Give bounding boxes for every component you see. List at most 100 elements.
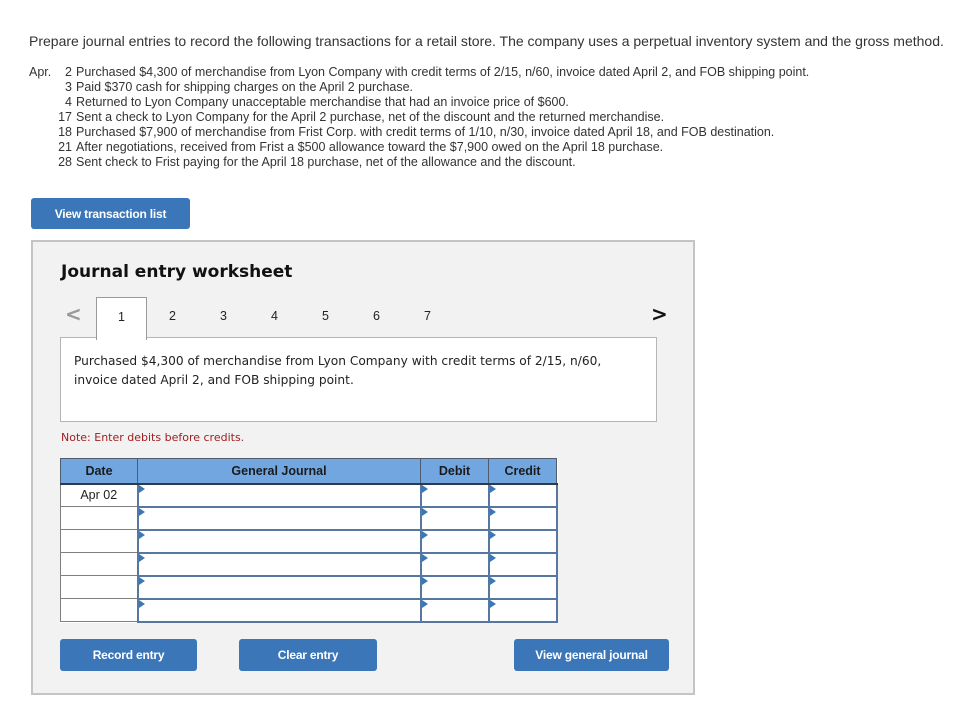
journal-header-row: Date General Journal Debit Credit [60, 458, 557, 485]
transaction-month [29, 125, 58, 140]
debit-cell[interactable] [419, 505, 490, 531]
account-cell[interactable] [136, 597, 422, 623]
date-cell [60, 598, 138, 622]
credit-cell[interactable] [487, 505, 558, 531]
transaction-item: 18 Purchased $7,900 of merchandise from … [29, 125, 809, 140]
debit-input[interactable] [421, 507, 488, 529]
chevron-left-icon[interactable]: < [65, 302, 82, 326]
debit-input[interactable] [421, 484, 488, 506]
transaction-item: 21 After negotiations, received from Fri… [29, 140, 809, 155]
tab-3[interactable]: 3 [198, 297, 249, 340]
journal-entry-worksheet: Journal entry worksheet < 1 2 3 4 5 6 7 … [31, 240, 695, 695]
transaction-text: Purchased $7,900 of merchandise from Fri… [76, 125, 775, 139]
transaction-month [29, 95, 58, 110]
date-cell: Apr 02 [60, 483, 138, 507]
transaction-item: 17 Sent a check to Lyon Company for the … [29, 110, 809, 125]
account-input[interactable] [138, 484, 420, 506]
record-entry-button[interactable]: Record entry [60, 639, 197, 671]
debit-cell[interactable] [419, 528, 490, 554]
transaction-month [29, 140, 58, 155]
tab-5[interactable]: 5 [300, 297, 351, 340]
transaction-day: 3 [65, 80, 72, 94]
debit-cell[interactable] [419, 597, 490, 623]
account-input[interactable] [138, 599, 420, 621]
table-row: Apr 02 [60, 482, 558, 508]
transaction-text: After negotiations, received from Frist … [76, 140, 664, 154]
worksheet-title: Journal entry worksheet [61, 262, 293, 282]
view-transaction-list-button[interactable]: View transaction list [31, 198, 190, 229]
account-cell[interactable] [136, 505, 422, 531]
tab-2[interactable]: 2 [147, 297, 198, 340]
credit-input[interactable] [489, 576, 556, 598]
transaction-month [29, 155, 58, 170]
credit-cell[interactable] [487, 597, 558, 623]
credit-cell[interactable] [487, 528, 558, 554]
tab-6[interactable]: 6 [351, 297, 402, 340]
account-cell[interactable] [136, 574, 422, 600]
account-cell[interactable] [136, 551, 422, 577]
debit-cell[interactable] [419, 574, 490, 600]
transaction-text: Sent a check to Lyon Company for the Apr… [76, 110, 665, 124]
debit-column-header: Debit [420, 458, 489, 485]
transaction-day: 28 [58, 155, 72, 169]
transaction-day: 17 [58, 110, 72, 124]
transaction-item: 28 Sent check to Frist paying for the Ap… [29, 155, 809, 170]
transaction-month [29, 110, 58, 125]
debit-input[interactable] [421, 576, 488, 598]
date-cell [60, 506, 138, 530]
chevron-right-icon[interactable]: > [651, 302, 668, 326]
credit-input[interactable] [489, 507, 556, 529]
transaction-item: 3 Paid $370 cash for shipping charges on… [29, 80, 809, 95]
tab-1[interactable]: 1 [96, 297, 147, 340]
view-general-journal-button[interactable]: View general journal [514, 639, 669, 671]
debit-input[interactable] [421, 553, 488, 575]
account-cell[interactable] [136, 528, 422, 554]
transaction-item: Apr. 2 Purchased $4,300 of merchandise f… [29, 65, 809, 80]
credit-cell[interactable] [487, 551, 558, 577]
transaction-day: 21 [58, 140, 72, 154]
transaction-description: Purchased $4,300 of merchandise from Lyo… [60, 337, 657, 422]
credit-cell[interactable] [487, 482, 558, 508]
journal-table: Date General Journal Debit Credit Apr 02 [60, 458, 558, 623]
table-row [60, 551, 558, 577]
table-row [60, 574, 558, 600]
date-cell [60, 529, 138, 553]
account-input[interactable] [138, 507, 420, 529]
table-row [60, 597, 558, 623]
general-journal-column-header: General Journal [137, 458, 421, 485]
transaction-day: 18 [58, 125, 72, 139]
tab-4[interactable]: 4 [249, 297, 300, 340]
account-input[interactable] [138, 576, 420, 598]
transaction-day: 4 [65, 95, 72, 109]
transaction-item: 4 Returned to Lyon Company unacceptable … [29, 95, 809, 110]
date-cell [60, 575, 138, 599]
tab-7[interactable]: 7 [402, 297, 453, 340]
transaction-text: Purchased $4,300 of merchandise from Lyo… [76, 65, 810, 79]
transaction-month [29, 80, 58, 95]
transaction-list: Apr. 2 Purchased $4,300 of merchandise f… [29, 65, 809, 170]
clear-entry-button[interactable]: Clear entry [239, 639, 377, 671]
table-row [60, 505, 558, 531]
transaction-text: Sent check to Frist paying for the April… [76, 155, 576, 169]
date-cell [60, 552, 138, 576]
credit-column-header: Credit [488, 458, 557, 485]
credit-input[interactable] [489, 530, 556, 552]
debits-note: Note: Enter debits before credits. [61, 431, 245, 444]
instructions-text: Prepare journal entries to record the fo… [29, 33, 944, 49]
date-column-header: Date [60, 458, 138, 485]
account-input[interactable] [138, 553, 420, 575]
credit-input[interactable] [489, 484, 556, 506]
credit-cell[interactable] [487, 574, 558, 600]
transaction-text: Paid $370 cash for shipping charges on t… [76, 80, 414, 94]
transaction-day: 2 [65, 65, 72, 79]
transaction-text: Returned to Lyon Company unacceptable me… [76, 95, 569, 109]
credit-input[interactable] [489, 599, 556, 621]
table-row [60, 528, 558, 554]
debit-cell[interactable] [419, 482, 490, 508]
debit-input[interactable] [421, 599, 488, 621]
debit-cell[interactable] [419, 551, 490, 577]
account-input[interactable] [138, 530, 420, 552]
account-cell[interactable] [136, 482, 422, 508]
credit-input[interactable] [489, 553, 556, 575]
debit-input[interactable] [421, 530, 488, 552]
